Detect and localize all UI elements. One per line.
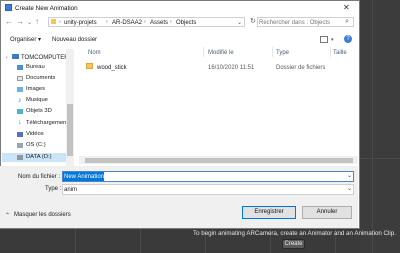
refresh-icon[interactable]: ↻: [250, 17, 256, 25]
breadcrumb-unity-projets[interactable]: unity-projets: [64, 20, 97, 26]
videos-icon: [17, 132, 23, 137]
up-arrow-icon[interactable]: ↑: [35, 17, 39, 26]
breadcrumb-objects[interactable]: Objects: [176, 20, 196, 26]
documents-icon: [17, 76, 23, 81]
drive-icon: [17, 143, 23, 148]
nav-scrollbar-thumb[interactable]: [67, 104, 73, 156]
column-header-modified[interactable]: Modifié le: [208, 50, 234, 56]
nav-item-documents[interactable]: Documents: [26, 75, 55, 82]
view-options-icon[interactable]: [320, 36, 328, 43]
desktop-icon: [17, 65, 23, 70]
breadcrumb-separator: ›: [170, 19, 172, 25]
breadcrumb-assets[interactable]: Assets: [150, 20, 168, 26]
timeline-gridline: [140, 229, 141, 253]
file-type: Dossier de fichiers: [276, 65, 326, 71]
nav-item-videos[interactable]: Vidéos: [26, 131, 44, 138]
file-type-value[interactable]: anim: [64, 187, 77, 193]
recent-locations-icon[interactable]: ⌄: [27, 19, 32, 26]
nav-item-computer[interactable]: TOMCOMPUTER2: [21, 55, 72, 61]
collapse-caret-icon[interactable]: ⌃: [5, 212, 10, 219]
nav-item-objets-3d[interactable]: Objets 3D: [26, 108, 52, 115]
chevron-down-icon[interactable]: ⌄: [347, 185, 352, 192]
pictures-icon: [17, 87, 23, 92]
3d-objects-icon: [17, 109, 23, 114]
expand-chevron-icon[interactable]: ›: [6, 55, 8, 61]
help-icon[interactable]: ?: [344, 35, 352, 43]
timeline-gridline: [372, 0, 373, 253]
folder-icon: [51, 19, 56, 24]
nav-item-bureau[interactable]: Bureau: [26, 64, 45, 71]
file-type-label: Type :: [45, 186, 62, 192]
app-icon: [5, 4, 12, 11]
file-name-input[interactable]: [62, 171, 354, 182]
view-dropdown-icon[interactable]: ▾: [331, 37, 334, 43]
music-icon: ♪: [18, 97, 22, 104]
forward-arrow-icon[interactable]: →: [16, 17, 24, 26]
timeline-gridline: [75, 229, 76, 253]
create-animator-button[interactable]: Create: [282, 239, 305, 249]
folder-icon: [86, 63, 93, 69]
column-header-size[interactable]: Taille: [333, 50, 347, 56]
search-icon[interactable]: ⌕: [345, 18, 349, 26]
close-icon[interactable]: ✕: [343, 3, 350, 12]
cancel-button[interactable]: Annuler: [302, 206, 352, 219]
column-header-name[interactable]: Nom: [88, 50, 101, 56]
save-button[interactable]: Enregistrer: [242, 206, 296, 219]
breadcrumb-separator: ›: [106, 19, 108, 25]
column-separator: [272, 47, 273, 57]
new-folder-button[interactable]: Nouveau dossier: [52, 37, 97, 43]
back-arrow-icon[interactable]: ←: [5, 17, 13, 26]
breadcrumb-separator: ›: [144, 19, 146, 25]
breadcrumb-separator: ›: [59, 19, 61, 25]
list-scrollbar-thumb[interactable]: [85, 157, 353, 163]
file-name-label: Nom du fichier :: [18, 174, 61, 180]
timeline-gridline: [360, 158, 400, 159]
chevron-down-icon[interactable]: ⌄: [347, 172, 352, 179]
search-placeholder: Rechercher dans : Objects: [259, 19, 331, 26]
breadcrumb-ar-dsaa2[interactable]: AR-DSAA2: [112, 20, 142, 26]
computer-icon: [12, 54, 19, 59]
file-type-select[interactable]: [62, 184, 354, 195]
column-separator: [203, 47, 204, 57]
drive-icon: [17, 155, 23, 160]
nav-item-images[interactable]: Images: [26, 86, 45, 93]
dialog-title: Create New Animation: [15, 5, 78, 12]
nav-item-telechargements[interactable]: Téléchargements: [26, 120, 71, 127]
download-icon: ↓: [18, 119, 22, 126]
unity-animation-message: To begin animating ARCamera, create an A…: [193, 230, 396, 237]
address-dropdown-icon[interactable]: ⌄: [237, 19, 242, 26]
organise-menu-button[interactable]: Organiser ▾: [10, 37, 41, 43]
nav-item-data-d[interactable]: DATA (D:): [26, 154, 52, 161]
unity-side-panel: [360, 0, 400, 253]
column-header-type[interactable]: Type: [276, 50, 289, 56]
file-name-value[interactable]: New Animation: [64, 174, 104, 180]
file-modified: 16/10/2020 11:51: [208, 65, 255, 71]
nav-item-musique[interactable]: Musique: [26, 97, 48, 104]
file-name[interactable]: wood_stick: [97, 65, 127, 71]
column-separator: [330, 47, 331, 57]
nav-item-os-c[interactable]: OS (C:): [26, 142, 46, 149]
hide-folders-toggle[interactable]: Masquer les dossiers: [14, 212, 71, 218]
